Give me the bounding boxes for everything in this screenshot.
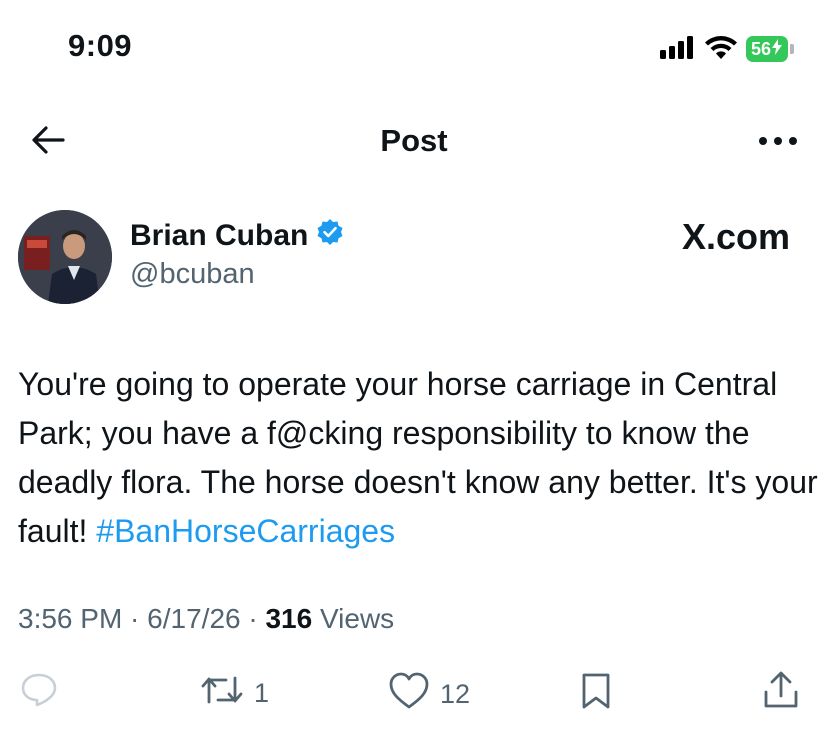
x-com-watermark: X.com xyxy=(681,216,790,257)
more-options-button[interactable] xyxy=(756,122,800,162)
reply-button[interactable] xyxy=(20,672,58,715)
post-date[interactable]: 6/17/26 xyxy=(147,603,240,634)
wifi-icon xyxy=(704,34,738,65)
cellular-signal-icon xyxy=(659,35,696,64)
author-name[interactable]: Brian Cuban xyxy=(130,219,308,253)
heart-icon xyxy=(388,672,430,717)
battery-indicator: 56 xyxy=(745,36,788,62)
repost-button[interactable]: 1 xyxy=(200,672,269,715)
repost-count: 1 xyxy=(254,678,270,708)
hashtag-link[interactable]: #BanHorseCarriages xyxy=(96,513,395,549)
post-meta: 3:56 PM · 6/17/26 · 316 Views xyxy=(18,603,395,634)
page-title: Post xyxy=(380,123,448,158)
bookmark-button[interactable] xyxy=(580,672,612,717)
battery-cap xyxy=(790,44,794,54)
status-icons: 56 xyxy=(659,34,794,65)
post-time[interactable]: 3:56 PM xyxy=(18,603,122,634)
status-time: 9:09 xyxy=(68,28,133,63)
share-icon xyxy=(762,670,800,717)
like-button[interactable]: 12 xyxy=(388,672,470,717)
views-count: 316 xyxy=(265,603,313,634)
post-text: You're going to operate your horse carri… xyxy=(18,360,818,556)
bookmark-icon xyxy=(580,672,612,717)
author-name-row[interactable]: Brian Cuban xyxy=(130,218,344,254)
more-horizontal-icon xyxy=(758,133,798,151)
verified-badge-icon[interactable] xyxy=(316,218,344,254)
reply-icon xyxy=(20,672,58,715)
repost-icon xyxy=(200,672,244,715)
avatar[interactable] xyxy=(18,210,112,304)
charging-bolt-icon xyxy=(772,38,782,60)
like-count: 12 xyxy=(440,679,471,709)
battery-level: 56 xyxy=(750,38,771,59)
views-label: Views xyxy=(319,603,395,634)
share-button[interactable] xyxy=(762,670,800,717)
author-handle[interactable]: @bcuban xyxy=(130,258,255,291)
